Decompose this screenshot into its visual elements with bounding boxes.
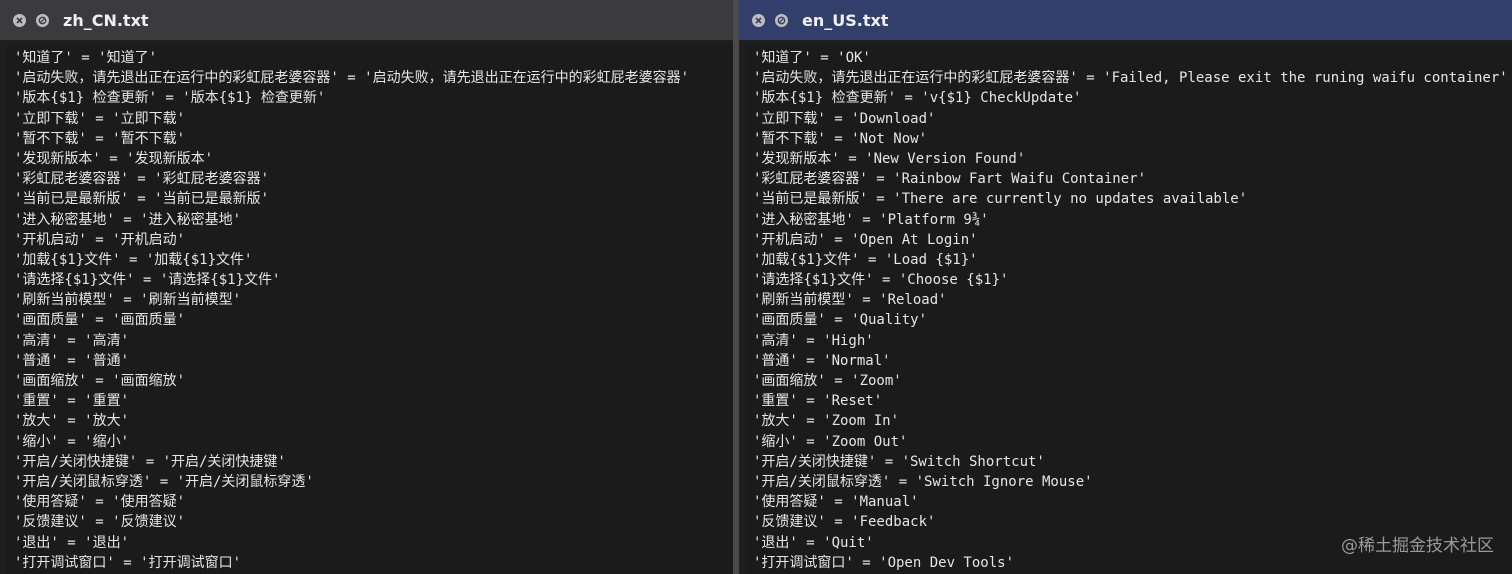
text-line: '反馈建议' = 'Feedback' xyxy=(753,514,936,531)
window-title: zh_CN.txt xyxy=(63,10,149,30)
text-line: '放大' = 'Zoom In' xyxy=(753,413,900,430)
window-title: en_US.txt xyxy=(802,10,889,30)
text-line: '发现新版本' = 'New Version Found' xyxy=(753,150,1026,167)
text-line: '反馈建议' = '反馈建议' xyxy=(14,514,186,531)
text-line: '彩虹屁老婆容器' = 'Rainbow Fart Waifu Containe… xyxy=(753,171,1147,188)
text-line: '开启/关闭鼠标穿透' = '开启/关闭鼠标穿透' xyxy=(14,473,314,490)
text-line: '开机启动' = 'Open At Login' xyxy=(753,231,978,248)
text-line: '发现新版本' = '发现新版本' xyxy=(14,150,214,167)
close-icon[interactable] xyxy=(752,13,765,27)
text-line: '请选择{$1}文件' = '请选择{$1}文件' xyxy=(14,272,281,289)
text-line: '退出' = '退出' xyxy=(14,534,130,551)
text-line: '缩小' = 'Zoom Out' xyxy=(753,433,908,450)
text-line: '进入秘密基地' = '进入秘密基地' xyxy=(14,211,242,228)
text-line: '刷新当前模型' = '刷新当前模型' xyxy=(14,292,242,309)
text-line: '知道了' = '知道了' xyxy=(14,50,158,66)
block-icon[interactable] xyxy=(36,13,49,27)
text-line: '画面质量' = '画面质量' xyxy=(14,312,186,329)
text-line: '版本{$1} 检查更新' = 'v{$1} CheckUpdate' xyxy=(753,90,1082,107)
text-line: '开启/关闭鼠标穿透' = 'Switch Ignore Mouse' xyxy=(753,473,1093,490)
text-line: '请选择{$1}文件' = 'Choose {$1}' xyxy=(753,272,1009,289)
text-line: '高清' = 'High' xyxy=(753,332,874,349)
text-line: '加载{$1}文件' = 'Load {$1}' xyxy=(753,251,978,268)
text-line: '画面缩放' = '画面缩放' xyxy=(14,373,186,389)
text-line: '当前已是最新版' = '当前已是最新版' xyxy=(14,191,270,208)
text-line: '当前已是最新版' = 'There are currently no upda… xyxy=(753,191,1248,208)
text-line: '重置' = '重置' xyxy=(14,393,130,410)
block-icon[interactable] xyxy=(775,13,788,27)
en-us-window: en_US.txt '知道了' = 'OK' '启动失败，请先退出正在运行中的彩虹… xyxy=(739,0,1512,574)
text-line: '开机启动' = '开机启动' xyxy=(14,231,186,248)
watermark: @稀土掘金技术社区 xyxy=(1341,536,1494,556)
text-line: '放大' = '放大' xyxy=(14,413,130,430)
text-line: '画面质量' = 'Quality' xyxy=(753,312,928,329)
text-line: '暂不下载' = 'Not Now' xyxy=(753,130,928,147)
text-editor[interactable]: '知道了' = '知道了' '启动失败，请先退出正在运行中的彩虹屁老婆容器' = … xyxy=(6,44,733,574)
text-line: '打开调试窗口' = '打开调试窗口' xyxy=(14,554,242,571)
text-line: '画面缩放' = 'Zoom' xyxy=(753,373,902,389)
text-line: '立即下载' = '立即下载' xyxy=(14,110,186,127)
text-line: '开启/关闭快捷键' = '开启/关闭快捷键' xyxy=(14,453,286,470)
text-editor[interactable]: '知道了' = 'OK' '启动失败，请先退出正在运行中的彩虹屁老婆容器' = '… xyxy=(745,44,1512,574)
text-line: '知道了' = 'OK' xyxy=(753,50,871,66)
close-icon[interactable] xyxy=(13,13,26,27)
text-line: '重置' = 'Reset' xyxy=(753,393,883,410)
titlebar[interactable]: en_US.txt xyxy=(739,0,1512,40)
text-line: '普通' = '普通' xyxy=(14,352,130,369)
titlebar[interactable]: zh_CN.txt xyxy=(0,0,733,40)
zh-cn-window: zh_CN.txt '知道了' = '知道了' '启动失败，请先退出正在运行中的彩… xyxy=(0,0,733,574)
text-line: '暂不下载' = '暂不下载' xyxy=(14,130,186,147)
text-line: '高清' = '高清' xyxy=(14,332,130,349)
text-line: '刷新当前模型' = 'Reload' xyxy=(753,292,947,309)
text-line: '立即下载' = 'Download' xyxy=(753,110,936,127)
text-line: '彩虹屁老婆容器' = '彩虹屁老婆容器' xyxy=(14,171,270,188)
text-line: '进入秘密基地' = 'Platform 9¾' xyxy=(753,211,989,228)
text-line: '缩小' = '缩小' xyxy=(14,433,130,450)
text-line: '启动失败，请先退出正在运行中的彩虹屁老婆容器' = 'Failed, Plea… xyxy=(753,70,1508,87)
text-line: '版本{$1} 检查更新' = '版本{$1} 检查更新' xyxy=(14,90,326,107)
text-line: '普通' = 'Normal' xyxy=(753,352,891,369)
text-line: '启动失败，请先退出正在运行中的彩虹屁老婆容器' = '启动失败，请先退出正在运… xyxy=(14,70,689,87)
text-line: '使用答疑' = 'Manual' xyxy=(753,494,919,511)
text-line: '加载{$1}文件' = '加载{$1}文件' xyxy=(14,251,253,268)
text-line: '开启/关闭快捷键' = 'Switch Shortcut' xyxy=(753,453,1045,470)
text-line: '使用答疑' = '使用答疑' xyxy=(14,494,186,511)
